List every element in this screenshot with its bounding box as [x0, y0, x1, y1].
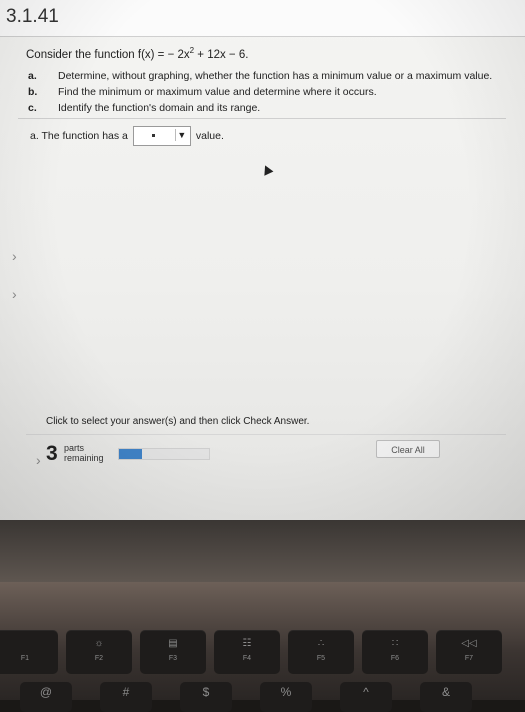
function-key-label: F4 — [242, 655, 252, 662]
number-row-key[interactable]: % — [260, 682, 312, 712]
key-glyph: # — [122, 685, 130, 699]
dropdown-placeholder-dot — [151, 134, 155, 137]
parts-label-line2: remaining — [64, 453, 104, 463]
part-b: b. Find the minimum or maximum value and… — [24, 86, 514, 102]
function-key-f7[interactable]: ◁◁ F7 — [436, 630, 502, 674]
number-row-key[interactable]: $ — [180, 682, 232, 712]
laptop-bezel — [0, 520, 525, 582]
key-glyph: @ — [39, 685, 53, 699]
function-key-f6[interactable]: ∷ F6 — [362, 630, 428, 674]
number-row-key[interactable]: & — [420, 682, 472, 712]
part-a: a. Determine, without graphing, whether … — [24, 70, 514, 86]
function-key-label: F7 — [464, 655, 474, 662]
browser-screen: 3.1.41 Consider the function f(x) = − 2x… — [0, 0, 525, 520]
function-key-icon: ∷ — [391, 638, 399, 649]
key-glyph: % — [280, 685, 292, 699]
problem-header: 3.1.41 — [0, 0, 525, 37]
instruction-text: Click to select your answer(s) and then … — [46, 416, 310, 427]
part-c: c. Identify the function's domain and it… — [24, 102, 514, 118]
function-key-label: F3 — [168, 655, 178, 662]
prompt-suffix: + 12x − 6. — [194, 48, 249, 61]
side-chevron-icon[interactable]: › — [36, 452, 41, 468]
number-row-key[interactable]: ^ — [340, 682, 392, 712]
answer-line-a: a. The function has a ▼ value. — [30, 125, 224, 147]
function-key-f4[interactable]: ☷ F4 — [214, 630, 280, 674]
divider — [26, 434, 506, 435]
function-key-icon: ◁◁ — [461, 638, 477, 649]
part-text: Identify the function's domain and its r… — [58, 102, 261, 114]
clear-all-button[interactable]: Clear All — [376, 440, 440, 458]
prompt-prefix: Consider the function f(x) = − 2x — [26, 48, 190, 61]
part-text: Determine, without graphing, whether the… — [58, 70, 493, 82]
dropdown-arrow-icon[interactable]: ▼ — [174, 129, 188, 141]
min-max-dropdown[interactable]: ▼ — [132, 126, 191, 146]
part-letter: a. — [28, 70, 37, 82]
parts-label-line1: parts — [64, 443, 85, 453]
problem-number: 3.1.41 — [6, 6, 59, 27]
answer-suffix: value. — [195, 130, 224, 142]
function-key-icon: ☷ — [242, 638, 252, 649]
answer-prefix: a. The function has a — [30, 130, 128, 142]
progress-fill — [119, 449, 142, 459]
side-chevron-icon[interactable]: › — [12, 286, 17, 302]
number-row-key[interactable]: @ — [20, 682, 72, 712]
parts-label: parts remaining — [64, 443, 104, 463]
key-glyph: $ — [202, 685, 210, 699]
key-glyph: & — [441, 685, 450, 699]
function-key-label: F2 — [94, 655, 104, 662]
function-key-label: F5 — [316, 655, 326, 662]
problem-prompt: Consider the function f(x) = − 2x2 + 12x… — [26, 46, 248, 61]
function-key-f5[interactable]: ∴ F5 — [288, 630, 354, 674]
function-key-f3[interactable]: ▤ F3 — [140, 630, 206, 674]
function-key-label: F6 — [390, 655, 400, 662]
function-key-icon: ☼ — [94, 638, 104, 649]
function-key-label: F1 — [20, 655, 30, 662]
function-key-f1[interactable]: F1 — [0, 630, 58, 674]
parts-progress-bar — [118, 448, 210, 460]
part-letter: c. — [28, 102, 37, 114]
mouse-cursor-icon — [260, 163, 274, 176]
function-key-icon: ∴ — [317, 638, 325, 649]
key-glyph: ^ — [363, 685, 369, 699]
part-text: Find the minimum or maximum value and de… — [58, 86, 377, 98]
side-chevron-icon[interactable]: › — [12, 248, 17, 264]
parts-count: 3 — [46, 442, 58, 465]
problem-parts: a. Determine, without graphing, whether … — [24, 70, 514, 118]
function-key-icon: ▤ — [168, 638, 178, 649]
divider — [18, 118, 506, 119]
number-row-key[interactable]: # — [100, 682, 152, 712]
function-key-f2[interactable]: ☼ F2 — [66, 630, 132, 674]
part-letter: b. — [28, 86, 38, 98]
